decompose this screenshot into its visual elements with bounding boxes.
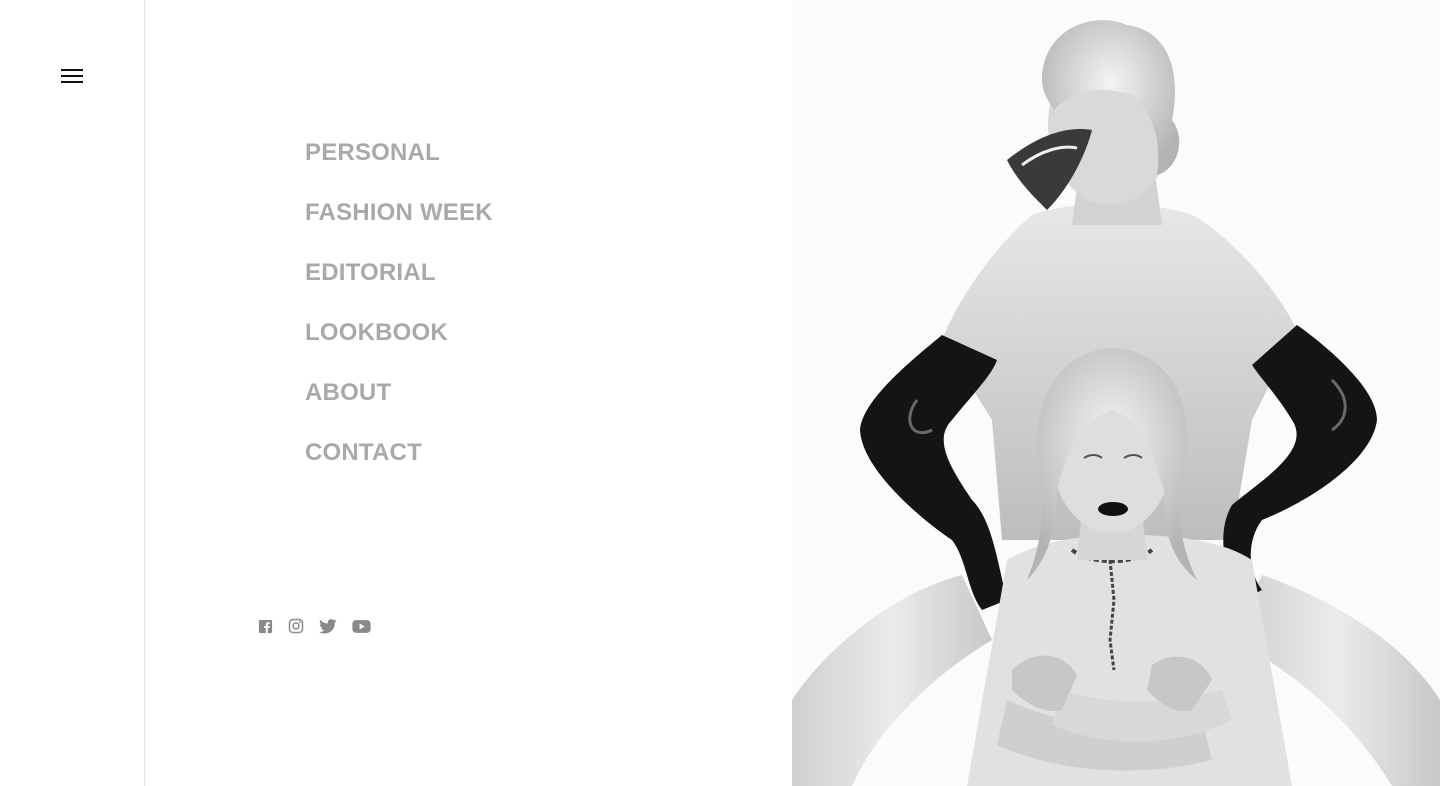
- nav-item-personal: PERSONAL: [305, 137, 493, 197]
- nav-link-personal[interactable]: PERSONAL: [305, 137, 440, 169]
- facebook-icon[interactable]: [258, 619, 273, 639]
- nav-item-lookbook: LOOKBOOK: [305, 317, 493, 377]
- nav-link-lookbook[interactable]: LOOKBOOK: [305, 317, 448, 349]
- left-rail: [0, 0, 145, 786]
- nav-link-fashion-week[interactable]: FASHION WEEK: [305, 197, 493, 229]
- page: PERSONAL FASHION WEEK EDITORIAL LOOKBOOK…: [0, 0, 1440, 786]
- nav-link-contact[interactable]: CONTACT: [305, 437, 422, 469]
- youtube-icon[interactable]: [352, 619, 371, 639]
- main-nav: PERSONAL FASHION WEEK EDITORIAL LOOKBOOK…: [305, 137, 493, 497]
- social-links: [258, 618, 386, 639]
- nav-link-about[interactable]: ABOUT: [305, 377, 391, 409]
- nav-item-fashion-week: FASHION WEEK: [305, 197, 493, 257]
- nav-item-contact: CONTACT: [305, 437, 493, 497]
- instagram-icon[interactable]: [288, 618, 304, 639]
- hamburger-menu-icon[interactable]: [61, 69, 83, 84]
- nav-link-editorial[interactable]: EDITORIAL: [305, 257, 436, 289]
- hero-photo: [792, 0, 1440, 786]
- hero-photo-illustration: [792, 0, 1440, 786]
- nav-item-about: ABOUT: [305, 377, 493, 437]
- nav-item-editorial: EDITORIAL: [305, 257, 493, 317]
- twitter-icon[interactable]: [319, 618, 337, 639]
